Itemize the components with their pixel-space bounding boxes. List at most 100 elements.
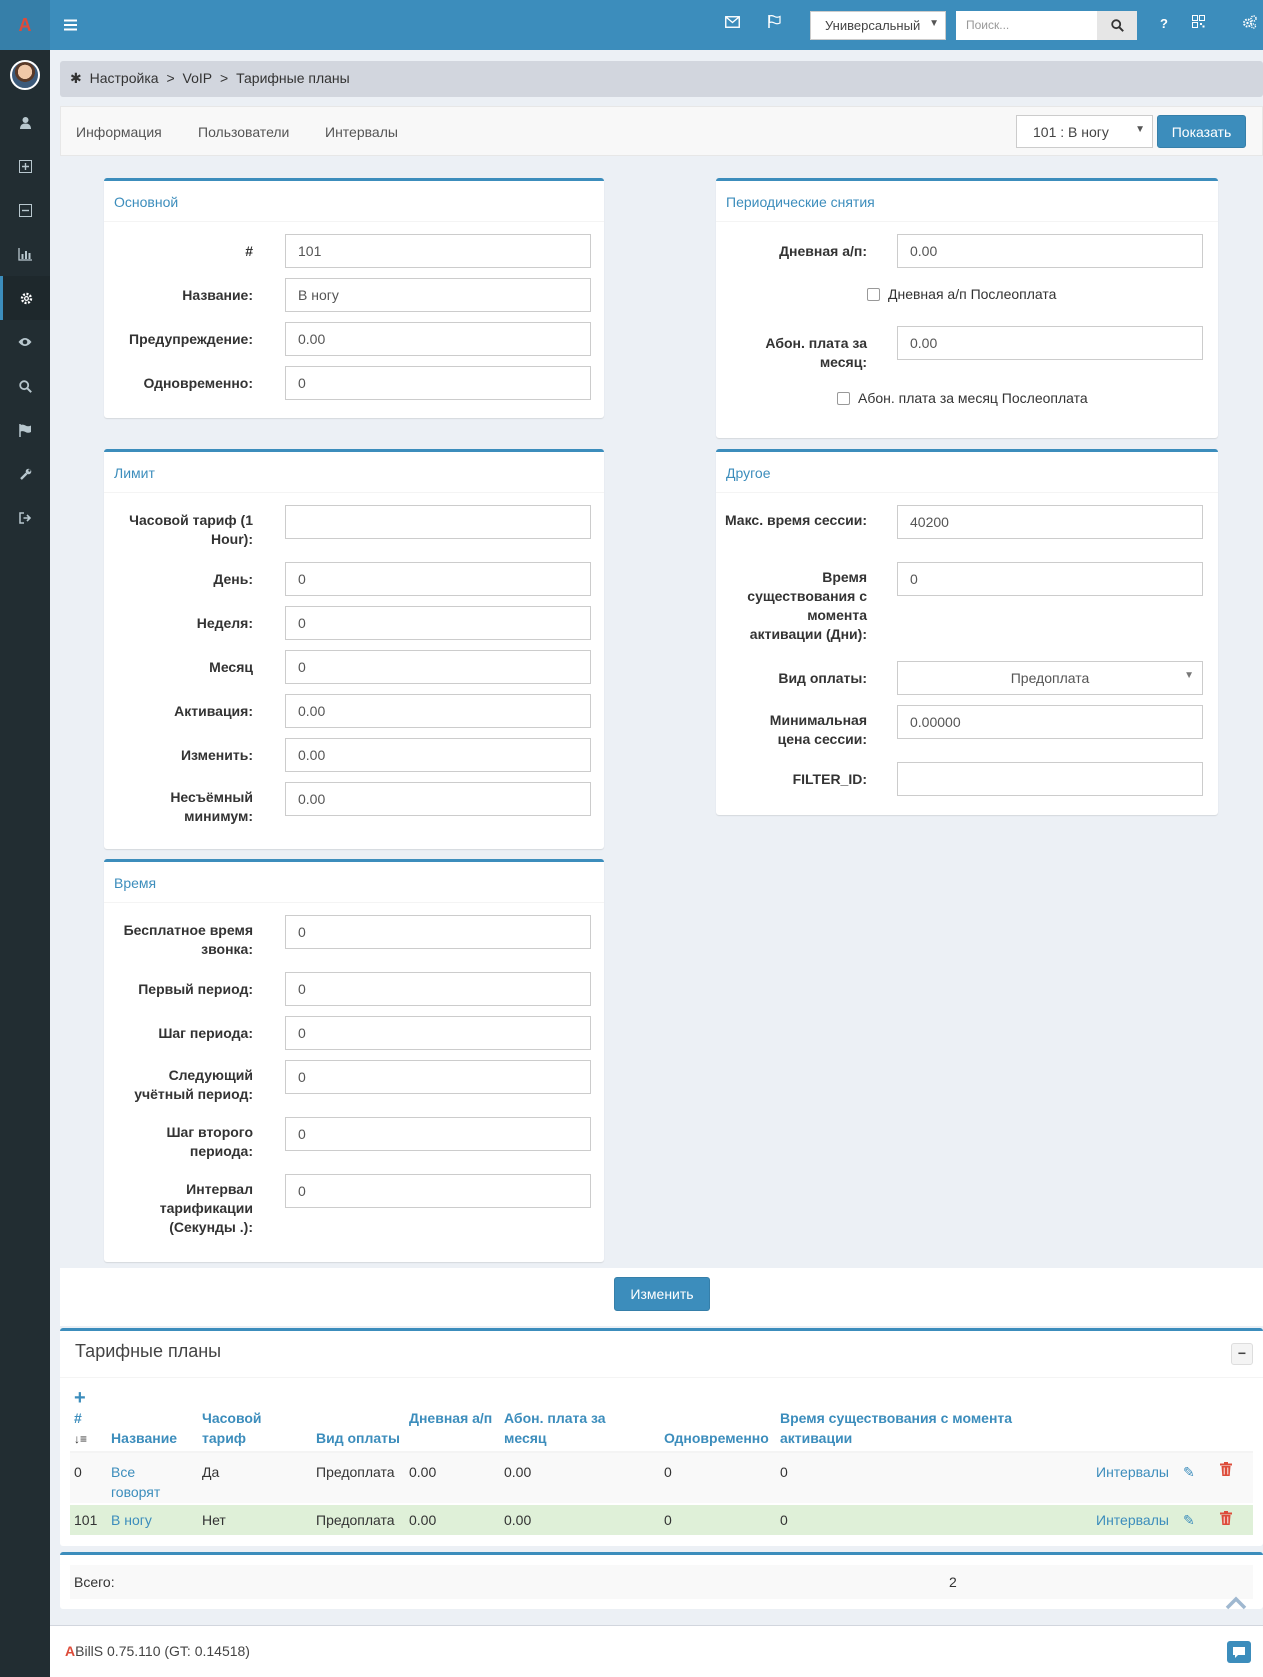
billing-interval-input[interactable]: 0 xyxy=(285,1174,591,1208)
eye-icon[interactable] xyxy=(0,320,50,364)
column-header-name[interactable]: Название xyxy=(111,1428,177,1448)
tp-navbar: Информация Пользователи Интервалы 101 : … xyxy=(60,106,1263,156)
field-label-day: День: xyxy=(213,571,253,587)
form-footer: Изменить xyxy=(60,1268,1263,1326)
sign-out-icon[interactable] xyxy=(0,496,50,540)
tariff-plans-table-box: Тарифные планы − + # ↓≡ Название Часовой… xyxy=(60,1328,1263,1546)
simultaneous-input[interactable]: 0 xyxy=(285,366,591,400)
caret-down-icon: ▼ xyxy=(929,18,939,29)
flag-icon[interactable] xyxy=(0,408,50,452)
change-button[interactable]: Изменить xyxy=(614,1277,710,1311)
column-header-id[interactable]: # ↓≡ xyxy=(74,1408,104,1449)
search-button[interactable] xyxy=(1097,11,1137,40)
cogs-icon[interactable] xyxy=(1242,15,1257,32)
week-limit-input[interactable]: 0 xyxy=(285,606,591,640)
field-label-min-balance: Несъёмный минимум: xyxy=(170,789,253,824)
column-header-day-fee[interactable]: Дневная а/п xyxy=(409,1408,499,1428)
free-time-input[interactable]: 0 xyxy=(285,915,591,949)
month-fee-postpaid-checkbox[interactable]: Абон. плата за месяц Послеоплата xyxy=(837,390,1088,406)
column-header-payment-type[interactable]: Вид оплаты xyxy=(316,1428,400,1448)
flag-icon[interactable] xyxy=(768,15,781,31)
mode-select[interactable]: Универсальный ▼ xyxy=(810,11,946,40)
min-balance-input[interactable]: 0.00 xyxy=(285,782,591,816)
min-session-price-input[interactable]: 0.00000 xyxy=(897,705,1203,739)
day-limit-input[interactable]: 0 xyxy=(285,562,591,596)
plus-square-icon[interactable] xyxy=(0,144,50,188)
delete-trash-icon[interactable] xyxy=(1220,1510,1232,1530)
cell-hourly: Да xyxy=(202,1464,220,1480)
add-icon[interactable]: + xyxy=(74,1387,86,1410)
cell-payment-type: Предоплата xyxy=(316,1512,395,1528)
column-header-simultaneous[interactable]: Одновременно xyxy=(664,1428,769,1448)
breadcrumb-item[interactable]: Настройка xyxy=(90,70,159,86)
payment-type-select[interactable]: Предоплата ▼ xyxy=(897,661,1203,695)
column-header-age[interactable]: Время существования с момента активации xyxy=(780,1408,1040,1448)
age-input[interactable]: 0 xyxy=(897,562,1203,596)
day-fee-input[interactable]: 0.00 xyxy=(897,234,1203,268)
day-fee-postpaid-checkbox[interactable]: Дневная а/п Послеоплата xyxy=(867,286,1056,302)
delete-trash-icon[interactable] xyxy=(1220,1461,1232,1481)
max-session-input[interactable]: 40200 xyxy=(897,505,1203,539)
cell-name-link[interactable]: Все говорят xyxy=(111,1462,181,1502)
payment-type-select-value: Предоплата xyxy=(1010,670,1090,686)
box-limit-title: Лимит xyxy=(104,452,604,493)
field-label-second-step: Шаг второго периода: xyxy=(166,1124,253,1159)
intervals-link[interactable]: Интервалы xyxy=(1096,1462,1169,1482)
second-step-input[interactable]: 0 xyxy=(285,1117,591,1151)
summary-row: Всего: 2 xyxy=(70,1565,1253,1599)
intervals-link[interactable]: Интервалы xyxy=(1096,1510,1169,1530)
bar-chart-icon[interactable] xyxy=(0,232,50,276)
breadcrumb-item[interactable]: Тарифные планы xyxy=(236,70,350,86)
box-periodic: Периодические снятия Дневная а/п: 0.00 Д… xyxy=(716,178,1218,438)
field-label-period-step: Шаг периода: xyxy=(158,1025,253,1041)
activation-input[interactable]: 0.00 xyxy=(285,694,591,728)
envelope-icon[interactable] xyxy=(725,15,740,31)
cell-payment-type: Предоплата xyxy=(316,1464,395,1480)
scroll-to-top-icon[interactable] xyxy=(1225,1590,1247,1616)
next-period-input[interactable]: 0 xyxy=(285,1060,591,1094)
change-fee-input[interactable]: 0.00 xyxy=(285,738,591,772)
edit-pencil-icon[interactable]: ✎ xyxy=(1183,1462,1195,1482)
cell-simultaneous: 0 xyxy=(664,1464,672,1480)
breadcrumb-separator: > xyxy=(166,70,175,86)
cell-name-link[interactable]: В ногу xyxy=(111,1510,152,1530)
gear-icon[interactable] xyxy=(0,276,50,320)
menu-toggle-icon[interactable] xyxy=(64,14,78,36)
gear-icon: ✱ xyxy=(70,70,82,86)
column-header-month-fee[interactable]: Абон. плата за месяц xyxy=(504,1408,624,1448)
period-step-input[interactable]: 0 xyxy=(285,1016,591,1050)
column-header-hourly[interactable]: Часовой тариф xyxy=(202,1408,272,1448)
collapse-button[interactable]: − xyxy=(1231,1343,1253,1365)
minus-square-icon[interactable] xyxy=(0,188,50,232)
tariff-plan-select[interactable]: 101 : В ногу ▼ xyxy=(1016,115,1153,148)
warning-input[interactable]: 0.00 xyxy=(285,322,591,356)
avatar[interactable] xyxy=(10,60,40,90)
caret-down-icon: ▼ xyxy=(1184,670,1194,681)
help-icon[interactable]: ? xyxy=(1160,16,1168,31)
show-button[interactable]: Показать xyxy=(1157,115,1246,148)
box-periodic-title: Периодические снятия xyxy=(716,181,1218,222)
tab-users[interactable]: Пользователи xyxy=(198,124,289,140)
search-input[interactable]: Поиск... xyxy=(956,11,1097,40)
field-label-next-period: Следующий учётный период: xyxy=(134,1067,253,1102)
user-icon[interactable] xyxy=(0,100,50,144)
logo[interactable]: A xyxy=(0,0,50,50)
tp-id-input[interactable]: 101 xyxy=(285,234,591,268)
first-period-input[interactable]: 0 xyxy=(285,972,591,1006)
month-limit-input[interactable]: 0 xyxy=(285,650,591,684)
field-label-month: Месяц xyxy=(209,659,253,675)
tab-information[interactable]: Информация xyxy=(76,124,162,140)
wrench-icon[interactable] xyxy=(0,452,50,496)
caret-down-icon: ▼ xyxy=(1135,124,1145,135)
tab-intervals[interactable]: Интервалы xyxy=(325,124,398,140)
chat-icon[interactable] xyxy=(1227,1641,1251,1663)
edit-pencil-icon[interactable]: ✎ xyxy=(1183,1510,1195,1530)
hourly-tariff-input[interactable] xyxy=(285,505,591,539)
month-fee-input[interactable]: 0.00 xyxy=(897,326,1203,360)
filter-id-input[interactable] xyxy=(897,762,1203,796)
search-icon[interactable] xyxy=(0,364,50,408)
qrcode-icon[interactable] xyxy=(1192,15,1205,31)
summary-label: Всего: xyxy=(74,1574,115,1590)
breadcrumb-item[interactable]: VoIP xyxy=(183,70,213,86)
tp-name-input[interactable]: В ногу xyxy=(285,278,591,312)
